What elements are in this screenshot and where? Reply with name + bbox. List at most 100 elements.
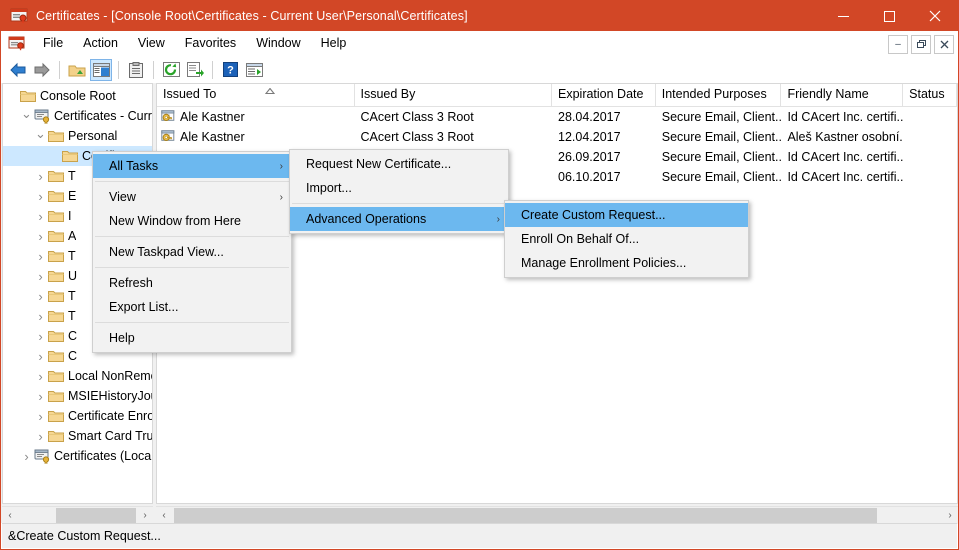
chevron-right-icon[interactable]: ›	[33, 309, 48, 324]
refresh-icon[interactable]	[160, 59, 182, 81]
table-cell: 28.04.2017	[552, 110, 656, 124]
column-header[interactable]: Issued By	[355, 84, 553, 106]
chevron-right-icon[interactable]: ›	[33, 169, 48, 184]
folder-icon	[48, 309, 65, 323]
tree-scroll-track[interactable]	[18, 507, 137, 524]
chevron-right-icon[interactable]: ›	[33, 389, 48, 404]
chevron-right-icon[interactable]: ›	[33, 349, 48, 364]
advanced-operations-submenu[interactable]: Create Custom Request... Enroll On Behalf…	[504, 200, 749, 278]
tree-scroll-left-arrow[interactable]: ‹	[2, 507, 18, 524]
minimize-button[interactable]	[820, 1, 866, 31]
table-cell: Id CAcert Inc. certifi...	[781, 150, 903, 164]
ctx-request-new-certificate[interactable]: Request New Certificate...	[290, 152, 508, 176]
list-scroll-thumb[interactable]	[174, 508, 877, 523]
context-menu[interactable]: All Tasks› View› New Window from Here New T…	[92, 151, 292, 353]
ctx-refresh[interactable]: Refresh	[93, 271, 291, 295]
ctx-all-tasks[interactable]: All Tasks›	[93, 154, 291, 178]
chevron-right-icon[interactable]: ›	[33, 249, 48, 264]
ctx-export-list[interactable]: Export List...	[93, 295, 291, 319]
column-header-label: Intended Purposes	[662, 87, 767, 101]
tree-node[interactable]: ⌄Certificates - Curren	[3, 106, 152, 126]
folder-icon	[48, 329, 65, 343]
tree-node[interactable]: ⌄Personal	[3, 126, 152, 146]
tree-node-label: T	[68, 289, 76, 303]
menu-action[interactable]: Action	[73, 33, 128, 54]
mdi-restore-button[interactable]	[911, 35, 931, 54]
ctx-enroll-on-behalf-of[interactable]: Enroll On Behalf Of...	[505, 227, 748, 251]
menu-help[interactable]: Help	[311, 33, 357, 54]
back-icon[interactable]	[7, 59, 29, 81]
chevron-right-icon[interactable]: ›	[19, 449, 34, 464]
list-scroll-right-arrow[interactable]: ›	[942, 507, 958, 524]
properties-icon[interactable]	[125, 59, 147, 81]
ctx-manage-enrollment-policies[interactable]: Manage Enrollment Policies...	[505, 251, 748, 275]
list-scroll-track[interactable]	[172, 507, 942, 524]
table-row[interactable]: Ale KastnerCAcert Class 3 Root28.04.2017…	[157, 107, 957, 127]
tree-node[interactable]: ›Certificate Enroll	[3, 406, 152, 426]
menu-favorites[interactable]: Favorites	[175, 33, 246, 54]
ctx-create-custom-request[interactable]: Create Custom Request...	[505, 203, 748, 227]
ctx-new-taskpad-view[interactable]: New Taskpad View...	[93, 240, 291, 264]
chevron-right-icon[interactable]: ›	[33, 289, 48, 304]
menu-item-label: All Tasks	[93, 159, 266, 173]
table-cell: Id CAcert Inc. certifi...	[781, 110, 903, 124]
tree-horizontal-scrollbar[interactable]: ‹ ›	[2, 506, 153, 523]
folder-icon	[48, 189, 65, 203]
tree-node[interactable]: ›Certificates (Local C	[3, 446, 152, 466]
chevron-right-icon[interactable]: ›	[33, 329, 48, 344]
window-title: Certificates - [Console Root\Certificate…	[36, 9, 468, 23]
submenu-chevron-right-icon: ›	[266, 161, 283, 172]
chevron-right-icon[interactable]: ›	[33, 409, 48, 424]
table-cell: Secure Email, Client...	[656, 110, 782, 124]
tree-node-label: C	[68, 329, 77, 343]
menu-view[interactable]: View	[128, 33, 175, 54]
tree-node[interactable]: ›Local NonRemo	[3, 366, 152, 386]
table-cell: 12.04.2017	[552, 130, 656, 144]
view-icon[interactable]	[243, 59, 265, 81]
chevron-right-icon[interactable]: ›	[33, 229, 48, 244]
ctx-help[interactable]: Help	[93, 326, 291, 350]
ctx-advanced-operations[interactable]: Advanced Operations›	[290, 207, 508, 231]
menu-item-label: New Window from Here	[93, 214, 283, 228]
column-header[interactable]: Intended Purposes	[656, 84, 782, 106]
table-cell: 26.09.2017	[552, 150, 656, 164]
list-header[interactable]: Issued ToIssued ByExpiration Date Intende…	[157, 84, 957, 107]
list-scroll-left-arrow[interactable]: ‹	[156, 507, 172, 524]
forward-icon[interactable]	[31, 59, 53, 81]
ctx-import[interactable]: Import...	[290, 176, 508, 200]
chevron-right-icon[interactable]: ›	[33, 209, 48, 224]
export-list-icon[interactable]	[184, 59, 206, 81]
help-icon[interactable]: ?	[219, 59, 241, 81]
chevron-right-icon[interactable]: ›	[33, 369, 48, 384]
tree-scroll-right-arrow[interactable]: ›	[137, 507, 153, 524]
chevron-down-icon[interactable]: ⌄	[33, 126, 48, 142]
list-horizontal-scrollbar[interactable]: ‹ ›	[156, 506, 958, 523]
menu-window[interactable]: Window	[246, 33, 310, 54]
column-header[interactable]: Status	[903, 84, 957, 106]
menu-file[interactable]: File	[33, 33, 73, 54]
table-row[interactable]: Ale KastnerCAcert Class 3 Root12.04.2017…	[157, 127, 957, 147]
close-button[interactable]	[912, 1, 958, 31]
show-hide-console-tree-icon[interactable]	[90, 59, 112, 81]
table-cell-text: CAcert Class 3 Root	[361, 110, 474, 124]
tree-scroll-thumb[interactable]	[56, 508, 136, 523]
all-tasks-submenu[interactable]: Request New Certificate... Import... Advan…	[289, 149, 509, 234]
chevron-right-icon[interactable]: ›	[33, 189, 48, 204]
column-header[interactable]: Issued To	[157, 84, 355, 106]
column-header[interactable]: Friendly Name	[781, 84, 903, 106]
tree-node[interactable]: ›MSIEHistoryJour	[3, 386, 152, 406]
mdi-close-button[interactable]	[934, 35, 954, 54]
up-one-level-icon[interactable]	[66, 59, 88, 81]
chevron-down-icon[interactable]: ⌄	[19, 106, 34, 122]
tree-node[interactable]: ›Smart Card Trust	[3, 426, 152, 446]
ctx-new-window-from-here[interactable]: New Window from Here	[93, 209, 291, 233]
menu-item-label: Request New Certificate...	[290, 157, 500, 171]
maximize-button[interactable]	[866, 1, 912, 31]
column-header[interactable]: Expiration Date	[552, 84, 656, 106]
ctx-view[interactable]: View›	[93, 185, 291, 209]
menu-item-label: Enroll On Behalf Of...	[505, 232, 740, 246]
tree-node[interactable]: Console Root	[3, 86, 152, 106]
chevron-right-icon[interactable]: ›	[33, 269, 48, 284]
mdi-minimize-button[interactable]: –	[888, 35, 908, 54]
chevron-right-icon[interactable]: ›	[33, 429, 48, 444]
